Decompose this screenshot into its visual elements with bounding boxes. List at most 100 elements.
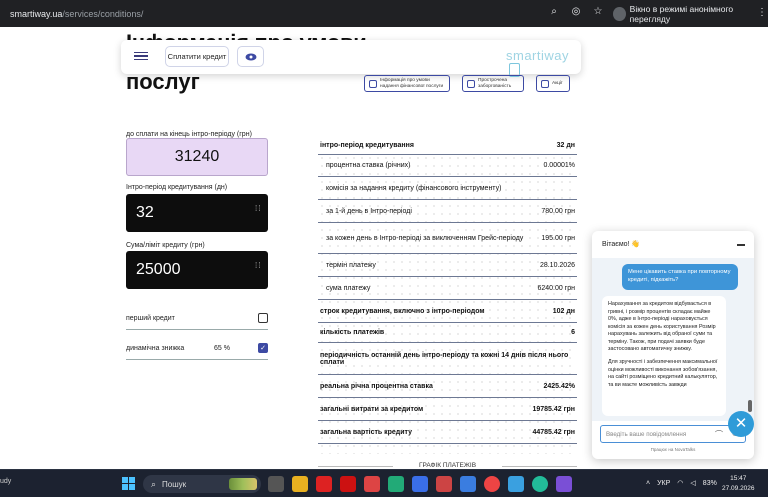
store-icon[interactable]: [412, 476, 428, 492]
table-row: реальна річна процентна ставка 2425.42%: [318, 376, 577, 398]
limit-input[interactable]: 25000 ⁞⁞: [126, 251, 268, 289]
taskbar-clock[interactable]: 15:47 27.09.2026: [722, 474, 755, 494]
volume-icon[interactable]: ◁: [690, 479, 695, 487]
table-row: загальні витрати за кредитом 19785.42 грн: [318, 399, 577, 421]
row-value: 6240.00 грн: [537, 285, 575, 292]
browser-menu-icon[interactable]: ⋮: [757, 7, 767, 18]
user-message: Мене цікавить ставка при повторному кред…: [622, 264, 738, 290]
chip-service-info[interactable]: Інформація про умови надання фінансової …: [364, 75, 450, 92]
edge-icon[interactable]: [388, 476, 404, 492]
row-label: періодичність останній день інтро-період…: [320, 352, 569, 366]
url-path: /services/conditions/: [62, 8, 144, 19]
chat-messages: Мене цікавить ставка при повторному кред…: [592, 258, 754, 421]
limit-label: Сума/ліміт кредиту (грн): [126, 242, 205, 249]
amount-label: до сплати на кінець інтро-періоду (грн): [126, 131, 252, 138]
site-logo[interactable]: smartiway: [506, 48, 581, 78]
system-tray[interactable]: ˄ УКР ◠ ◁ 83%: [646, 479, 717, 488]
row-label: термін платежу: [326, 262, 376, 269]
app-icon[interactable]: [532, 476, 548, 492]
table-row: термін платежу 28.10.2026: [318, 255, 577, 277]
row-value: 780.00 грн: [541, 208, 575, 215]
chip-overdue[interactable]: Прострочена заборгованість: [462, 75, 524, 92]
app-l-icon[interactable]: [340, 476, 356, 492]
limit-value: 25000: [136, 261, 181, 278]
minimize-icon[interactable]: [737, 244, 745, 246]
incognito-icon: [613, 6, 626, 21]
file-explorer-icon[interactable]: [292, 476, 308, 492]
page-content: Інформація про умови Сплатити кредит sma…: [0, 27, 768, 469]
zoom-icon[interactable]: ⌕: [548, 6, 560, 18]
dynamic-discount-label: динамічна знижка: [126, 344, 185, 352]
wifi-icon[interactable]: ◠: [677, 479, 683, 487]
dynamic-discount-row[interactable]: динамічна знижка 65 % ✓: [126, 341, 268, 355]
telegram-icon[interactable]: [508, 476, 524, 492]
row-label: інтро-період кредитування: [320, 142, 414, 149]
viber-icon[interactable]: [556, 476, 572, 492]
dynamic-discount-checkbox[interactable]: ✓: [258, 343, 268, 353]
app-icon[interactable]: [436, 476, 452, 492]
address-bar[interactable]: smartiway.ua/services/conditions/: [6, 4, 606, 23]
dropbox-icon[interactable]: [460, 476, 476, 492]
first-credit-label: перший кредит: [126, 314, 175, 322]
bookmark-star-icon[interactable]: ☆: [592, 6, 604, 18]
chat-input[interactable]: Введіть ваше повідомлення ⌒ ☺: [600, 425, 746, 443]
document-icon: [369, 79, 377, 88]
incognito-indicator[interactable]: Вікно в режимі анонімного перегляду: [607, 4, 768, 24]
opera-icon[interactable]: [316, 476, 332, 492]
clock-date: 27.09.2026: [722, 485, 755, 492]
row-label: за кожен день в Інтро-періоді за виключе…: [326, 234, 524, 242]
first-credit-row[interactable]: перший кредит: [126, 311, 268, 325]
drag-handle-icon[interactable]: ⁞⁞: [255, 205, 261, 219]
row-label: кількість платежів: [320, 329, 385, 336]
table-row: загальна вартість кредиту 44785.42 грн: [318, 422, 577, 444]
row-label: строк кредитування, включно з інтро-пері…: [320, 308, 485, 315]
divider: [126, 359, 268, 360]
battery-percent[interactable]: 83%: [703, 480, 717, 487]
app-icon[interactable]: [364, 476, 380, 492]
row-value: 0.00001%: [543, 162, 575, 169]
accessibility-button[interactable]: [237, 46, 264, 67]
search-highlight-image: [229, 478, 257, 490]
search-icon: ⌕: [151, 478, 157, 489]
row-label: реальна річна процентна ставка: [320, 383, 433, 390]
divider: [126, 329, 268, 330]
pay-credit-button[interactable]: Сплатити кредит: [165, 46, 229, 67]
scrollbar-thumb[interactable]: [748, 400, 752, 412]
hamburger-icon: [134, 51, 148, 54]
row-value: 102 дн: [552, 308, 575, 315]
table-row: за 1-й день в Інтро-періоді 780.00 грн: [318, 201, 577, 223]
row-value: 6: [571, 329, 575, 336]
taskbar-left-text: udy: [0, 478, 12, 485]
attach-icon[interactable]: ⌒: [715, 429, 723, 440]
task-view-icon[interactable]: [268, 476, 284, 492]
dynamic-discount-percent: 65 %: [214, 344, 230, 352]
language-indicator[interactable]: УКР: [657, 480, 670, 487]
chrome-icon[interactable]: [484, 476, 500, 492]
schedule-title: ГРАФІК ПЛАТЕЖІВ: [318, 462, 577, 469]
chevron-up-icon[interactable]: ˄: [646, 480, 650, 487]
chat-close-button[interactable]: ✕: [728, 411, 754, 437]
drag-handle-icon[interactable]: ⁞⁞: [255, 262, 261, 276]
url-domain: smartiway.ua: [10, 8, 63, 19]
row-label: загальна вартість кредиту: [320, 429, 413, 436]
row-value: 32 дн: [556, 142, 575, 149]
row-label: комісія за надання кредиту (фінансового …: [326, 185, 502, 192]
menu-button[interactable]: [129, 45, 153, 67]
table-row: періодичність останній день інтро-період…: [318, 344, 577, 375]
taskbar-search[interactable]: ⌕ Пошук: [143, 475, 261, 493]
table-row: строк кредитування, включно з інтро-пері…: [318, 301, 577, 323]
bot-message-paragraph: Для зручності і забезпечення максимально…: [608, 358, 718, 388]
first-credit-checkbox[interactable]: [258, 313, 268, 323]
table-row: комісія за надання кредиту (фінансового …: [318, 178, 577, 200]
period-value: 32: [136, 204, 154, 221]
row-value: 28.10.2026: [539, 262, 575, 269]
row-value: 2425.42%: [543, 383, 575, 390]
chip-promotions[interactable]: Акції: [536, 75, 570, 92]
table-row: сума платежу 6240.00 грн: [318, 278, 577, 300]
period-label: Інтро-період кредитування (дн): [126, 184, 228, 191]
eye-off-icon[interactable]: ◎: [570, 6, 582, 18]
browser-toolbar: smartiway.ua/services/conditions/ ⌕ ◎ ☆ …: [0, 0, 768, 27]
windows-start-icon[interactable]: [122, 477, 135, 490]
bot-message-paragraph: Нарахування за кредитом відбувається в г…: [608, 301, 716, 353]
period-input[interactable]: 32 ⁞⁞: [126, 194, 268, 232]
